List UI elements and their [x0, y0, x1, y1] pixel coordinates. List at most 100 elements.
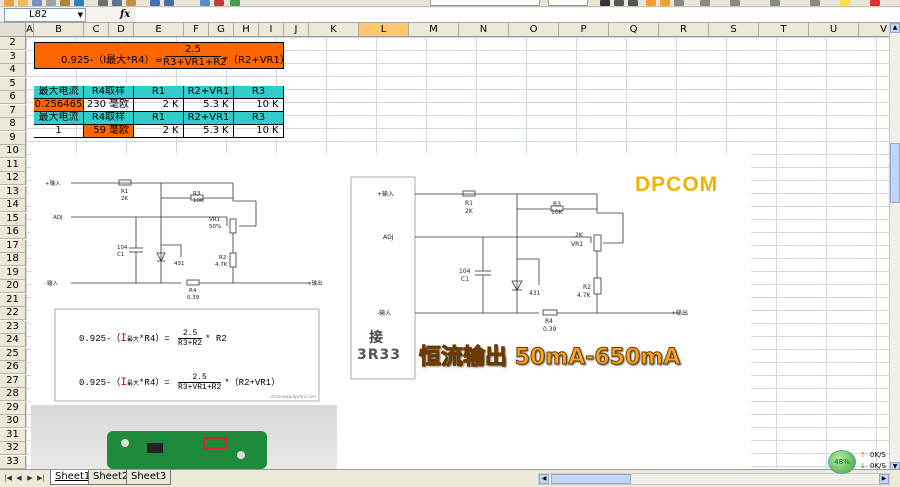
column-header-u[interactable]: U: [809, 23, 859, 37]
column-header-k[interactable]: K: [309, 23, 359, 37]
cell-c7[interactable]: R4取样: [84, 112, 134, 125]
column-header-a[interactable]: A: [26, 23, 34, 37]
scroll-right-icon[interactable]: ▶: [879, 474, 889, 484]
cell-c8[interactable]: 59: [84, 125, 109, 138]
bold-icon[interactable]: [600, 0, 610, 6]
font-color-icon[interactable]: [870, 0, 880, 6]
row-header-11[interactable]: 11: [0, 158, 26, 172]
column-header-r[interactable]: R: [659, 23, 709, 37]
align-right-icon[interactable]: [674, 0, 684, 6]
cell-b5[interactable]: 最大电流: [34, 86, 84, 99]
row-header-6[interactable]: 6: [0, 91, 26, 104]
underline-icon[interactable]: [628, 0, 638, 6]
prev-sheet-icon[interactable]: ◀: [14, 473, 24, 484]
cell-g8[interactable]: 5.3: [184, 125, 222, 138]
row-header-18[interactable]: 18: [0, 253, 26, 266]
vertical-scrollbar[interactable]: ▲ ▼: [889, 23, 900, 472]
cell-e6[interactable]: 2: [134, 99, 172, 112]
select-all-corner[interactable]: [0, 23, 26, 37]
formula-input[interactable]: [136, 8, 900, 22]
font-select[interactable]: [430, 0, 540, 6]
row-header-29[interactable]: 29: [0, 401, 26, 415]
tab-sheet3[interactable]: Sheet3: [126, 470, 172, 485]
cell-e8[interactable]: 2: [134, 125, 172, 138]
cell-e7[interactable]: R1: [134, 112, 184, 125]
row-header-20[interactable]: 20: [0, 280, 26, 293]
cell-h6[interactable]: K: [222, 99, 234, 112]
formula-banner[interactable]: 0.925-（I最大*R4）= 2.5 R3+VR1+R2 *（R2+VR1）: [34, 42, 290, 69]
h-scroll-thumb[interactable]: [551, 474, 631, 484]
copy-icon[interactable]: [112, 0, 122, 6]
cell-d6[interactable]: 毫欧: [109, 99, 134, 112]
column-header-n[interactable]: N: [459, 23, 509, 37]
row-header-12[interactable]: 12: [0, 172, 26, 185]
column-header-m[interactable]: M: [409, 23, 459, 37]
open-icon[interactable]: [18, 0, 28, 6]
fill-color-icon[interactable]: [840, 0, 850, 6]
cell-j6[interactable]: K: [272, 99, 284, 112]
cell-g6[interactable]: 5.3: [184, 99, 222, 112]
row-header-7[interactable]: 7: [0, 104, 26, 118]
indent-icon[interactable]: [770, 0, 780, 6]
next-sheet-icon[interactable]: ▶: [25, 473, 35, 484]
align-left-icon[interactable]: [646, 0, 656, 6]
row-header-27[interactable]: 27: [0, 374, 26, 388]
row-header-5[interactable]: 5: [0, 77, 26, 91]
row-header-21[interactable]: 21: [0, 293, 26, 307]
scroll-up-icon[interactable]: ▲: [890, 23, 900, 33]
cell-i8[interactable]: 10: [234, 125, 272, 138]
cell-b7[interactable]: 最大电流: [34, 112, 84, 125]
cell-c6[interactable]: 230: [84, 99, 109, 112]
redo-icon[interactable]: [164, 0, 174, 6]
row-header-13[interactable]: 13: [0, 185, 26, 199]
row-header-9[interactable]: 9: [0, 131, 26, 145]
align-center-icon[interactable]: [660, 0, 670, 6]
column-header-q[interactable]: Q: [609, 23, 659, 37]
last-sheet-icon[interactable]: ▶|: [36, 473, 46, 484]
cell-e5[interactable]: R1: [134, 86, 184, 99]
row-header-2[interactable]: 2: [0, 37, 26, 50]
chevron-down-icon[interactable]: ▼: [78, 9, 83, 21]
cell-f6[interactable]: K: [172, 99, 184, 112]
size-select[interactable]: [548, 0, 588, 6]
column-header-o[interactable]: O: [509, 23, 559, 37]
row-header-17[interactable]: 17: [0, 239, 26, 253]
name-box[interactable]: L82 ▼: [4, 8, 86, 22]
paste-icon[interactable]: [126, 0, 136, 6]
column-header-c[interactable]: C: [84, 23, 109, 37]
row-header-30[interactable]: 30: [0, 415, 26, 428]
fx-icon[interactable]: fx: [120, 8, 130, 22]
column-header-e[interactable]: E: [134, 23, 184, 37]
cell-g7[interactable]: R2+VR1: [184, 112, 234, 125]
network-monitor[interactable]: 48% ↑ 0K/S ↓ 0K/S: [826, 449, 896, 475]
new-icon[interactable]: [4, 0, 14, 6]
print-icon[interactable]: [46, 0, 56, 6]
column-header-b[interactable]: B: [34, 23, 84, 37]
spell-icon[interactable]: [74, 0, 84, 6]
cell-i6[interactable]: 10: [234, 99, 272, 112]
column-header-i[interactable]: I: [259, 23, 284, 37]
sum-icon[interactable]: [200, 0, 210, 6]
scroll-left-icon[interactable]: ◀: [539, 474, 549, 484]
cell-j8[interactable]: K: [272, 125, 284, 138]
column-header-s[interactable]: S: [709, 23, 759, 37]
column-header-d[interactable]: D: [109, 23, 134, 37]
row-header-4[interactable]: 4: [0, 64, 26, 77]
row-header-24[interactable]: 24: [0, 334, 26, 347]
undo-icon[interactable]: [150, 0, 160, 6]
cell-b6[interactable]: 0.256465: [34, 99, 84, 112]
column-header-j[interactable]: J: [284, 23, 309, 37]
cell-h8[interactable]: K: [222, 125, 234, 138]
column-header-p[interactable]: P: [559, 23, 609, 37]
row-header-22[interactable]: 22: [0, 307, 26, 320]
italic-icon[interactable]: [614, 0, 624, 6]
column-header-h[interactable]: H: [234, 23, 259, 37]
row-header-23[interactable]: 23: [0, 320, 26, 334]
row-header-33[interactable]: 33: [0, 455, 26, 469]
percent-icon[interactable]: [700, 0, 710, 6]
cell-f8[interactable]: K: [172, 125, 184, 138]
cell-i5[interactable]: R3: [234, 86, 284, 99]
row-header-28[interactable]: 28: [0, 388, 26, 401]
column-header-l[interactable]: L: [359, 23, 409, 37]
row-header-32[interactable]: 32: [0, 442, 26, 455]
